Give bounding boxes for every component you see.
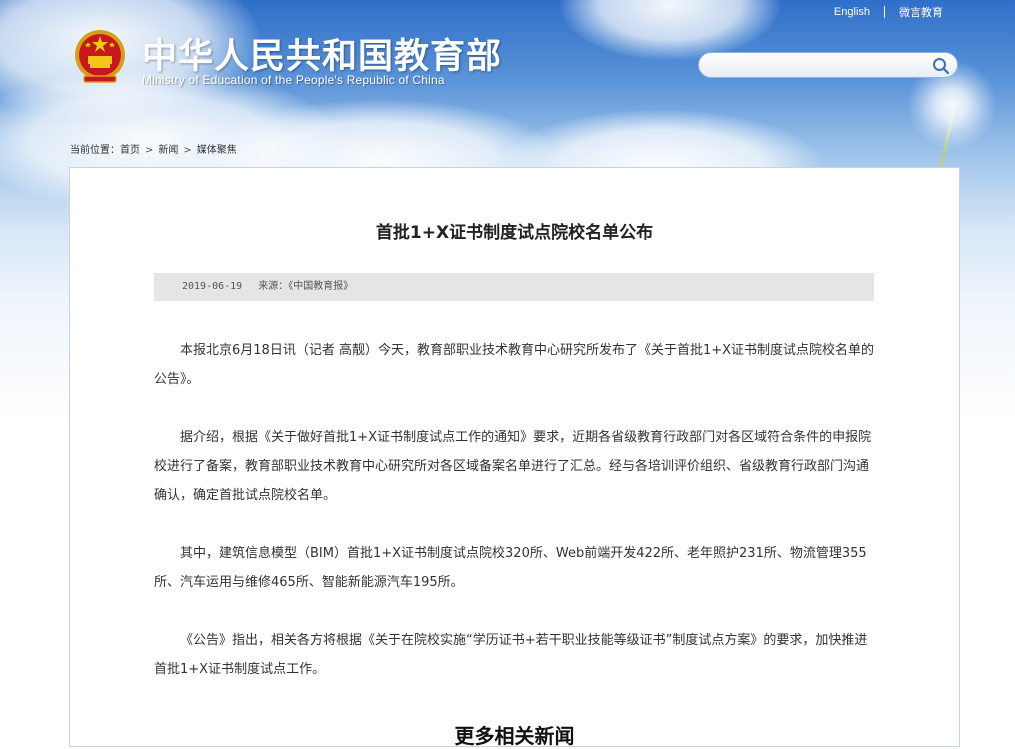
article-paragraph: 其中，建筑信息模型（BIM）首批1+X证书制度试点院校320所、Web前端开发4…: [154, 546, 867, 590]
site-title[interactable]: 中华人民共和国教育部: [142, 28, 502, 79]
breadcrumb: 当前位置：首页 > 新闻 > 媒体聚焦: [70, 141, 237, 156]
weixin-link[interactable]: 微言教育: [899, 4, 943, 20]
breadcrumb-home[interactable]: 首页: [120, 145, 140, 156]
breadcrumb-media-focus[interactable]: 媒体聚焦: [197, 145, 237, 156]
article-paragraph: 《公告》指出，相关各方将根据《关于在院校实施“学历证书+若干职业技能等级证书”制…: [154, 633, 868, 677]
article-container: 首批1+X证书制度试点院校名单公布 2019-06-19 来源：《中国教育报》 本…: [69, 167, 960, 748]
breadcrumb-news[interactable]: 新闻: [158, 145, 178, 156]
related-news-heading: 更多相关新闻: [454, 724, 575, 748]
search-box: [698, 52, 958, 78]
link-divider: [884, 6, 885, 18]
site-subtitle: Ministry of Education of the People's Re…: [142, 73, 445, 87]
search-input[interactable]: [709, 56, 933, 76]
article-source: 来源：《中国教育报》: [258, 281, 354, 292]
article-paragraph: 据介绍，根据《关于做好首批1+X证书制度试点工作的通知》要求，近期各省级教育行政…: [154, 430, 872, 503]
article-meta: 2019-06-19 来源：《中国教育报》: [154, 273, 874, 301]
national-emblem-icon: [75, 30, 125, 83]
breadcrumb-prefix: 当前位置：: [70, 145, 120, 156]
article-title: 首批1+X证书制度试点院校名单公布: [375, 223, 654, 243]
english-link[interactable]: English: [834, 6, 870, 18]
article-body: 本报北京6月18日讯（记者 高靓）今天，教育部职业技术教育中心研究所发布了《关于…: [154, 336, 874, 713]
top-links: English 微言教育: [834, 4, 943, 20]
chevron-right-icon: >: [183, 145, 192, 156]
article-paragraph: 本报北京6月18日讯（记者 高靓）今天，教育部职业技术教育中心研究所发布了《关于…: [154, 343, 875, 387]
chevron-right-icon: >: [145, 145, 154, 156]
article-date: 2019-06-19: [182, 281, 243, 292]
search-icon[interactable]: [931, 56, 951, 76]
